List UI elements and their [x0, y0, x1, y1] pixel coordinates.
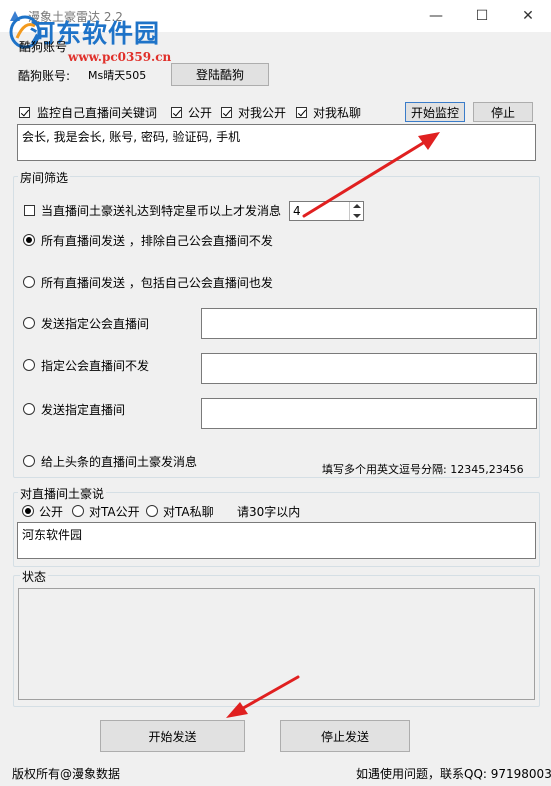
radio-exclude-own-guild-label: 所有直播间发送 ，排除自己公会直播间不发: [41, 234, 273, 248]
spin-up-icon[interactable]: [353, 204, 361, 208]
threshold-value: 4: [293, 204, 301, 218]
threshold-spinner[interactable]: 4: [289, 201, 364, 221]
radio-exclude-own-guild[interactable]: [23, 234, 35, 246]
say-group-label: 对直播间土豪说: [18, 485, 107, 502]
radio-include-own-guild-label: 所有直播间发送 ，包括自己公会直播间也发: [41, 276, 273, 290]
to-me-private-checkbox[interactable]: [296, 107, 307, 118]
to-me-public-checkbox[interactable]: [221, 107, 232, 118]
account-group-label: 酷狗账号: [19, 40, 68, 54]
keyword-monitor-label: 监控自己直播间关键词: [37, 106, 158, 120]
radio-specific-guild[interactable]: [23, 317, 35, 329]
login-button[interactable]: 登陆酷狗: [171, 63, 269, 86]
radio-exclude-guild[interactable]: [23, 359, 35, 371]
say-public-radio[interactable]: [22, 505, 34, 517]
specific-room-input[interactable]: [201, 398, 537, 429]
message-limit-note: 请30字以内: [237, 505, 301, 519]
exclude-guild-input[interactable]: [201, 353, 537, 384]
radio-specific-room-label: 发送指定直播间: [41, 403, 126, 417]
radio-headline-rooms[interactable]: [23, 455, 35, 467]
minimize-button[interactable]: —: [413, 0, 459, 32]
say-ta-private-label: 对TA私聊: [163, 505, 214, 519]
multi-value-hint: 填写多个用英文逗号分隔: 12345,23456: [322, 463, 524, 476]
maximize-button[interactable]: ☐: [459, 0, 505, 32]
public-checkbox[interactable]: [171, 107, 182, 118]
threshold-label: 当直播间土豪送礼达到特定星币以上才发消息: [41, 204, 282, 218]
copyright-text: 版权所有@漫象数据: [12, 767, 121, 781]
specific-guild-input[interactable]: [201, 308, 537, 339]
account-field-label: 酷狗账号:: [18, 69, 71, 83]
start-send-button[interactable]: 开始发送: [100, 720, 245, 752]
status-log[interactable]: [18, 588, 535, 700]
radio-specific-room[interactable]: [23, 403, 35, 415]
to-me-private-label: 对我私聊: [313, 106, 362, 120]
public-checkbox-label: 公开: [188, 106, 213, 120]
stop-send-button[interactable]: 停止发送: [280, 720, 410, 752]
say-ta-public-label: 对TA公开: [89, 505, 140, 519]
contact-text: 如遇使用问题，联系QQ: 97198003: [356, 767, 551, 781]
radio-exclude-guild-label: 指定公会直播间不发: [41, 359, 150, 373]
radio-specific-guild-label: 发送指定公会直播间: [41, 317, 150, 331]
status-group-label: 状态: [20, 568, 49, 585]
threshold-checkbox[interactable]: [24, 205, 35, 216]
spinner-arrows[interactable]: [349, 202, 363, 220]
radio-include-own-guild[interactable]: [23, 276, 35, 288]
close-button[interactable]: ✕: [505, 0, 551, 32]
say-ta-public-radio[interactable]: [72, 505, 84, 517]
say-public-label: 公开: [39, 505, 64, 519]
keyword-monitor-checkbox[interactable]: [19, 107, 30, 118]
message-input[interactable]: 河东软件园: [17, 522, 536, 559]
radio-headline-rooms-label: 给上头条的直播间土豪发消息: [41, 455, 198, 469]
keywords-input[interactable]: 会长, 我是会长, 账号, 密码, 验证码, 手机: [17, 124, 536, 161]
stop-monitor-button[interactable]: 停止: [473, 102, 533, 122]
to-me-public-label: 对我公开: [238, 106, 287, 120]
account-username: Ms晴天505: [88, 69, 147, 82]
start-monitor-button[interactable]: 开始监控: [405, 102, 465, 122]
room-filter-group-label: 房间筛选: [18, 169, 71, 186]
say-ta-private-radio[interactable]: [146, 505, 158, 517]
spin-down-icon[interactable]: [353, 214, 361, 218]
